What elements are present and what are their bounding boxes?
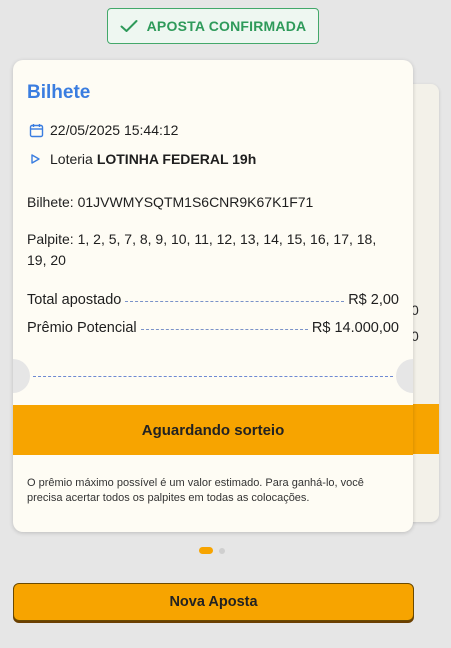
ticket-notch-right [396, 359, 413, 393]
confirmation-badge: APOSTA CONFIRMADA [107, 8, 319, 44]
check-icon [120, 20, 138, 32]
calendar-icon [29, 123, 44, 137]
status-bar: Aguardando sorteio [13, 405, 413, 455]
confirmation-badge-label: APOSTA CONFIRMADA [146, 18, 307, 34]
dotted-leader [125, 300, 345, 302]
ticket-card: Bilhete 22/05/2025 15:44:12 Loteria LOTI… [13, 60, 413, 532]
total-apostado-row: Total apostado R$ 2,00 [27, 292, 399, 308]
disclaimer-text: O prêmio máximo possível é um valor esti… [27, 477, 364, 504]
palpite-label: Palpite: [27, 231, 74, 247]
carousel-pager [199, 547, 225, 554]
ticket-title: Bilhete [27, 82, 91, 103]
premio-value: R$ 14.000,00 [311, 320, 399, 336]
play-icon [31, 154, 40, 164]
status-label: Aguardando sorteio [141, 421, 285, 439]
tear-line [33, 376, 393, 377]
premio-potencial-row: Prêmio Potencial R$ 14.000,00 [27, 320, 399, 336]
bilhete-label: Bilhete: [27, 194, 74, 210]
lottery-name: LOTINHA FEDERAL 19h [96, 151, 257, 167]
ticket-datetime: 22/05/2025 15:44:12 [50, 122, 179, 138]
total-label: Total apostado [27, 292, 122, 308]
lottery-prefix: Loteria [50, 151, 93, 167]
premio-label: Prêmio Potencial [27, 320, 137, 336]
pager-dot-active[interactable] [199, 547, 213, 554]
bilhete-code-row: Bilhete: 01JVWMYSQTM1S6CNR9K67K1F71 [27, 194, 313, 210]
total-value: R$ 2,00 [348, 292, 399, 308]
ticket-lottery-row: Loteria LOTINHA FEDERAL 19h [31, 151, 256, 167]
ticket-date-row: 22/05/2025 15:44:12 [29, 122, 178, 138]
dotted-leader [140, 328, 308, 330]
pager-dot[interactable] [219, 547, 225, 554]
nova-aposta-label: Nova Aposta [169, 594, 258, 610]
palpite-row: Palpite: 1, 2, 5, 7, 8, 9, 10, 11, 12, 1… [27, 229, 399, 271]
nova-aposta-button[interactable]: Nova Aposta [13, 583, 414, 621]
ticket-notch-left [13, 359, 30, 393]
palpite-values: 1, 2, 5, 7, 8, 9, 10, 11, 12, 13, 14, 15… [27, 231, 377, 268]
bilhete-code: 01JVWMYSQTM1S6CNR9K67K1F71 [77, 194, 314, 210]
